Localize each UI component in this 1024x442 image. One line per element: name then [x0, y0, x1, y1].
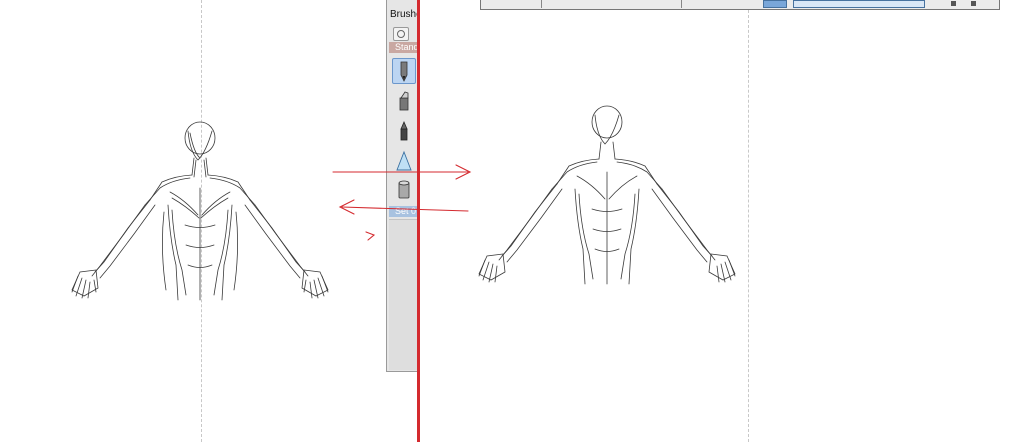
pen-brush-button[interactable]: [392, 118, 416, 144]
brush-set-header[interactable]: Set 0: [389, 206, 420, 217]
marker-brush-button[interactable]: [392, 88, 416, 114]
canvas-right[interactable]: [421, 0, 1024, 442]
pencil-brush-button[interactable]: [392, 58, 416, 84]
figure-sketch-left: [71, 121, 329, 301]
brush-category-header[interactable]: Stand: [389, 42, 420, 53]
triangle-brush-button[interactable]: [392, 148, 416, 174]
brushes-panel[interactable]: Brushe Stand Set 0: [386, 0, 420, 372]
canvas-left[interactable]: [0, 0, 386, 442]
pencil-brush-icon: [400, 61, 408, 82]
bucket-brush-button[interactable]: [392, 176, 416, 202]
red-divider-line: [417, 0, 420, 442]
triangle-brush-icon: [396, 150, 412, 171]
toolbar-icon[interactable]: [951, 1, 956, 6]
figure-sketch-right: [478, 105, 736, 285]
toolbar-button[interactable]: [763, 0, 787, 8]
marker-brush-icon: [399, 91, 409, 111]
pen-brush-icon: [400, 120, 408, 141]
toolbar-icon[interactable]: [971, 1, 976, 6]
toolbar-separator: [541, 0, 542, 8]
panel-title: Brushe: [390, 9, 420, 20]
toolbar-field[interactable]: [793, 0, 925, 8]
bucket-brush-icon: [398, 180, 410, 199]
panel-empty-area: [389, 219, 419, 370]
toolbar-separator: [681, 0, 682, 8]
top-toolbar[interactable]: [480, 0, 1000, 10]
brush-library-icon[interactable]: [393, 27, 409, 41]
